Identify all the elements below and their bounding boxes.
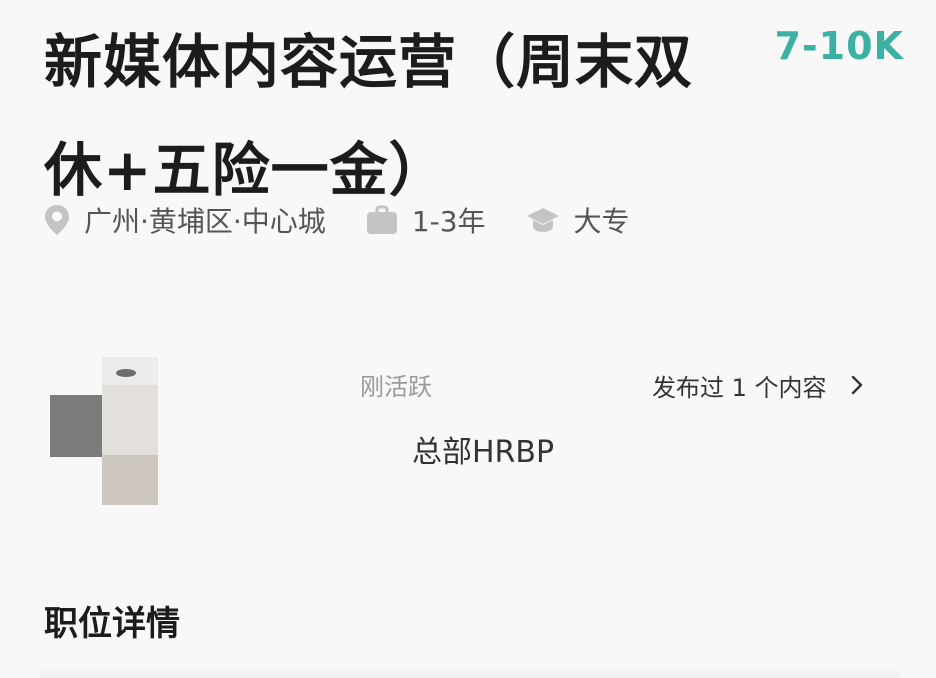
recruiter-posts-link[interactable]: 发布过 1 个内容 bbox=[652, 369, 863, 402]
content-divider bbox=[40, 668, 900, 678]
experience-item: 1-3年 bbox=[366, 200, 486, 240]
chevron-right-icon bbox=[851, 375, 862, 395]
location-text: 广州·黄埔区·中心城 bbox=[84, 205, 326, 238]
education-text: 大专 bbox=[573, 205, 630, 238]
posts-label: 发布过 1 个内容 bbox=[652, 373, 827, 402]
graduation-cap-icon bbox=[526, 208, 559, 232]
recruiter-avatar[interactable] bbox=[46, 357, 158, 505]
job-details-heading: 职位详情 bbox=[44, 604, 180, 644]
recruiter-status: 刚活跃 bbox=[312, 367, 432, 402]
job-title: 新媒体内容运营（周末双休+五险一金） bbox=[44, 28, 694, 204]
experience-text: 1-3年 bbox=[411, 205, 486, 238]
recruiter-card[interactable]: 刚活跃 总部HRBP 发布过 1 个内容 bbox=[0, 345, 936, 505]
briefcase-icon bbox=[366, 205, 397, 234]
salary: 7-10K bbox=[774, 24, 904, 68]
education-item: 大专 bbox=[526, 200, 630, 240]
job-meta-row: 广州·黄埔区·中心城 1-3年 大专 bbox=[44, 198, 670, 242]
recruiter-role: 总部HRBP bbox=[412, 435, 555, 470]
location-pin-icon bbox=[45, 205, 69, 235]
location-item: 广州·黄埔区·中心城 bbox=[44, 200, 326, 240]
